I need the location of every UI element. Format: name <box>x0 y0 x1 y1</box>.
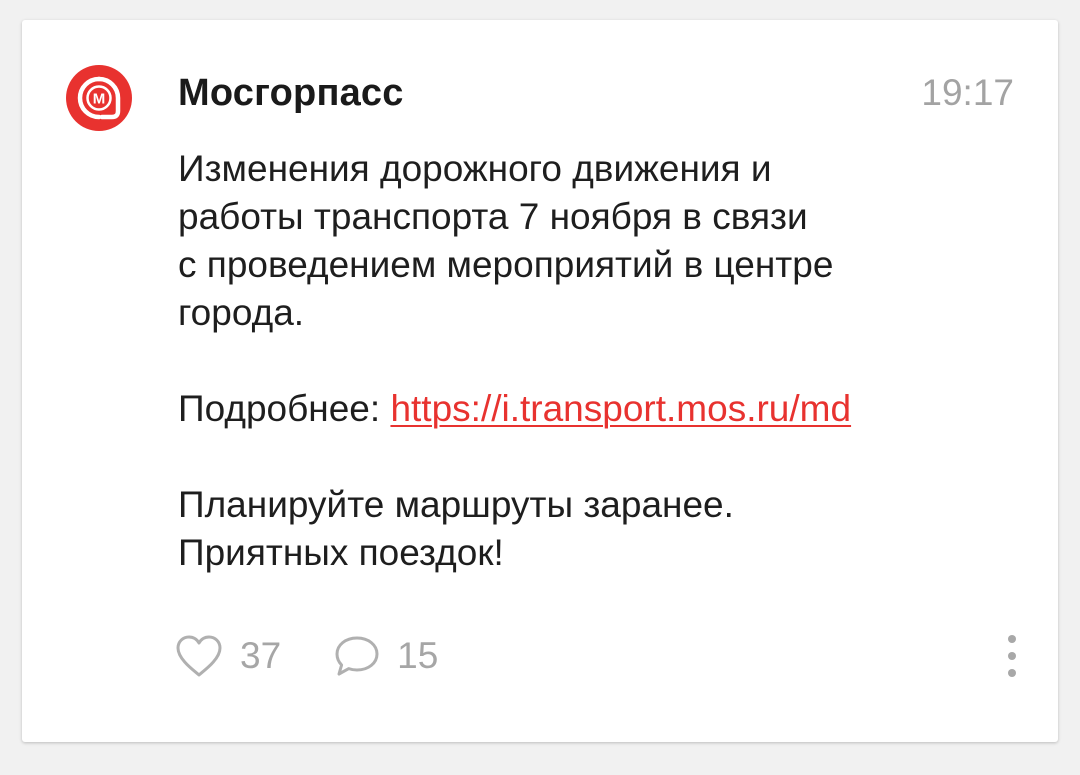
likes-count: 37 <box>240 635 282 676</box>
channel-name[interactable]: Мосгорпасс <box>178 72 404 115</box>
comment-bubble-icon <box>335 636 379 676</box>
mosgorpass-logo-icon: M <box>77 76 121 120</box>
details-link[interactable]: https://i.transport.mos.ru/md <box>390 388 851 429</box>
heart-icon <box>176 635 222 677</box>
svg-text:M: M <box>93 91 106 108</box>
comment-button[interactable]: 15 <box>333 634 438 678</box>
post-timestamp: 19:17 <box>921 72 1014 113</box>
post-actions: 37 15 <box>174 626 490 686</box>
post-paragraph: Изменения дорожного движения и работы тр… <box>178 148 834 333</box>
post-card: M Мосгорпасс 19:17 Изменения дорожного д… <box>22 20 1058 742</box>
more-vertical-icon <box>1008 635 1016 677</box>
channel-avatar[interactable]: M <box>66 65 132 131</box>
details-line: Подробнее: https://i.transport.mos.ru/md <box>178 385 1008 433</box>
details-label: Подробнее: <box>178 388 391 429</box>
more-options-button[interactable] <box>992 626 1032 686</box>
post-text: Изменения дорожного движения и работы тр… <box>178 145 1008 577</box>
post-paragraph: Планируйте маршруты заранее. Приятных по… <box>178 484 734 573</box>
like-button[interactable]: 37 <box>174 634 281 678</box>
comments-count: 15 <box>397 635 439 676</box>
